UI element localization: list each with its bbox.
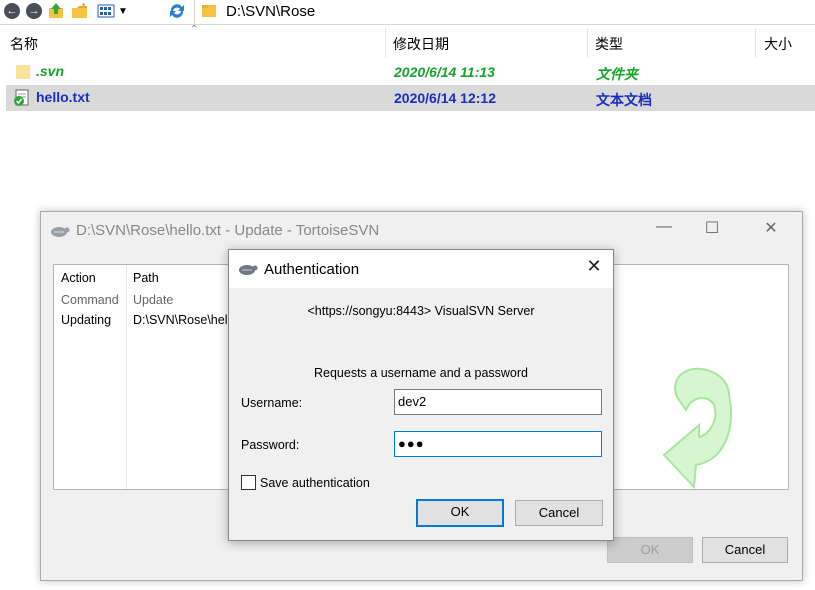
new-folder-button[interactable]: * (71, 2, 89, 20)
column-header-type[interactable]: 类型 (595, 34, 623, 54)
update-dialog-title: D:\SVN\Rose\hello.txt - Update - Tortois… (76, 222, 380, 239)
tortoisesvn-icon (239, 265, 258, 275)
update-arrow-icon (662, 367, 732, 490)
folder-icon (202, 5, 216, 17)
maximize-icon: ☐ (704, 220, 720, 237)
refresh-button[interactable] (168, 2, 186, 20)
tortoisesvn-icon (51, 227, 70, 237)
save-authentication-checkbox[interactable] (241, 475, 256, 490)
view-dropdown-button[interactable]: ▼ (117, 2, 129, 20)
save-authentication-label[interactable]: Save authentication (260, 476, 370, 490)
close-icon: ✕ (764, 220, 778, 237)
up-folder-button[interactable] (47, 2, 65, 20)
minimize-button[interactable]: — (649, 218, 679, 236)
column-header-action: Action (61, 271, 96, 285)
log-path: D:\SVN\Rose\hel (133, 313, 228, 327)
auth-ok-button[interactable]: OK (416, 499, 504, 527)
log-path: Update (133, 293, 174, 307)
password-field[interactable]: ●●● (394, 431, 602, 457)
new-folder-icon: * (72, 2, 87, 18)
log-action: Command (61, 293, 119, 307)
view-grid-icon (97, 4, 115, 18)
username-field[interactable]: dev2 (394, 389, 602, 415)
password-label: Password: (241, 438, 300, 452)
column-divider (587, 28, 588, 58)
svg-text:*: * (82, 2, 85, 11)
maximize-button[interactable]: ☐ (697, 218, 727, 238)
back-button[interactable]: ← (3, 2, 21, 20)
view-button[interactable] (97, 2, 115, 20)
back-arrow-icon: ← (4, 3, 20, 19)
file-row-hello-txt[interactable]: hello.txt 2020/6/14 12:12 文本文档 (6, 85, 815, 111)
auth-close-button[interactable]: ✕ (579, 256, 609, 277)
file-row-svn[interactable]: .svn 2020/6/14 11:13 文件夹 (6, 59, 815, 85)
column-divider (385, 28, 386, 58)
file-modified: 2020/6/14 12:12 (394, 90, 496, 106)
address-separator (194, 0, 195, 24)
sort-up-icon: ⌃ (190, 24, 199, 35)
username-label: Username: (241, 396, 303, 410)
file-name: .svn (36, 63, 65, 79)
forward-arrow-icon: → (26, 3, 42, 19)
column-divider (755, 28, 756, 58)
file-type: 文本文档 (596, 92, 652, 108)
authentication-title: Authentication (264, 261, 360, 278)
update-ok-button[interactable]: OK (607, 537, 693, 563)
column-divider (126, 265, 127, 489)
file-type: 文件夹 (596, 66, 638, 82)
refresh-icon (170, 4, 184, 18)
auth-realm: <https://songyu:8443> VisualSVN Server (307, 304, 535, 318)
column-header-name[interactable]: 名称 (10, 34, 38, 54)
svn-text-file-icon (14, 89, 29, 106)
explorer-toolbar: ← → * ▼ (0, 0, 815, 25)
column-header-modified[interactable]: 修改日期 (393, 34, 449, 54)
column-header-size[interactable]: 大小 (764, 34, 792, 54)
folder-icon (16, 65, 30, 79)
forward-button[interactable]: → (25, 2, 43, 20)
auth-cancel-button[interactable]: Cancel (515, 500, 603, 526)
file-modified: 2020/6/14 11:13 (394, 64, 495, 80)
file-name: hello.txt (36, 89, 90, 105)
update-cancel-button[interactable]: Cancel (702, 537, 788, 563)
minimize-icon: — (656, 218, 672, 235)
close-button[interactable]: ✕ (756, 218, 786, 238)
chevron-down-icon: ▼ (118, 5, 128, 17)
column-header-path: Path (133, 271, 159, 285)
up-folder-icon (49, 3, 63, 18)
log-action: Updating (61, 313, 112, 327)
authentication-dialog: Authentication ✕ <https://songyu:8443> V… (228, 249, 614, 541)
address-bar[interactable]: D:\SVN\Rose (226, 3, 315, 20)
auth-prompt: Requests a username and a password (313, 366, 528, 380)
close-icon: ✕ (586, 256, 602, 276)
